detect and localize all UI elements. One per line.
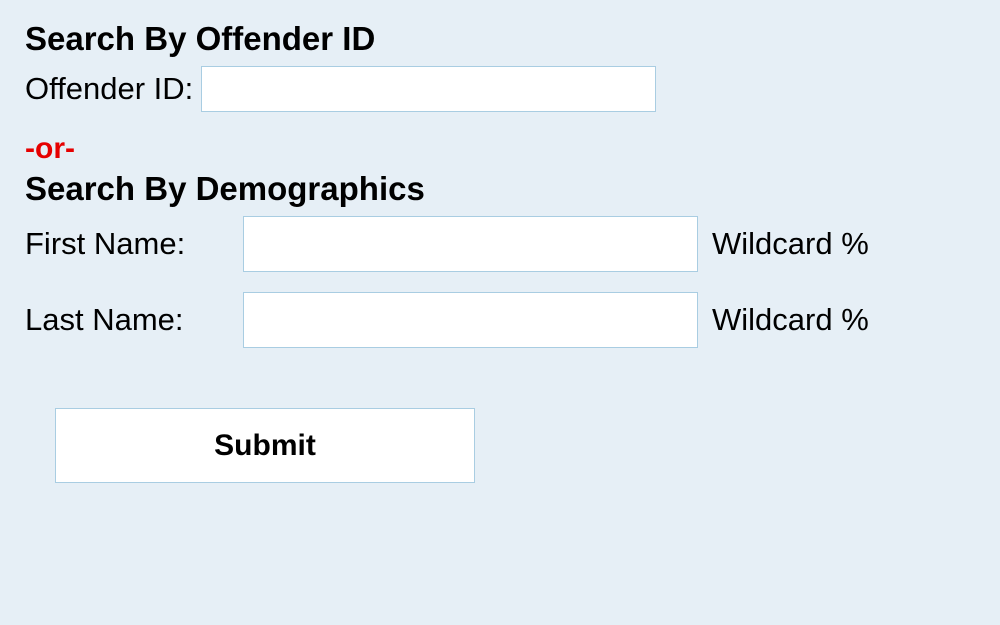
last-name-input[interactable] [243,292,698,348]
offender-id-row: Offender ID: [25,66,975,112]
last-name-label: Last Name: [25,302,235,338]
first-name-row: First Name: Wildcard % [25,216,975,272]
last-name-row: Last Name: Wildcard % [25,292,975,348]
last-name-wildcard-hint: Wildcard % [712,302,869,338]
submit-row: Submit [25,408,975,483]
offender-id-label: Offender ID: [25,71,193,107]
first-name-wildcard-hint: Wildcard % [712,226,869,262]
first-name-input[interactable] [243,216,698,272]
search-by-demographics-heading: Search By Demographics [25,170,975,208]
or-separator: -or- [25,132,975,166]
submit-button[interactable]: Submit [55,408,475,483]
search-by-id-heading: Search By Offender ID [25,20,975,58]
first-name-label: First Name: [25,226,235,262]
offender-id-input[interactable] [201,66,656,112]
